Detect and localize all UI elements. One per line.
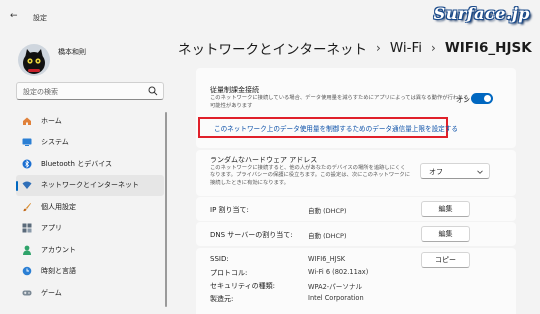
settings-window: ← 設定 Surface.jp 橋本和則 設定の検索 ホーム システム Blue… xyxy=(0,0,540,314)
property-value: WIFI6_HJSK xyxy=(308,255,346,263)
dns-edit-button[interactable]: 編集 xyxy=(421,226,470,242)
chevron-down-icon xyxy=(477,170,483,174)
property-label: プロトコル: xyxy=(210,269,248,277)
sidebar-item-network[interactable]: ネットワークとインターネット xyxy=(16,174,164,196)
sidebar-item-label: ホーム xyxy=(41,116,62,125)
breadcrumb: ネットワークとインターネット › Wi-Fi › WIFI6_HJSK xyxy=(178,38,532,58)
data-limit-highlight: このネットワーク上のデータ使用量を制御するためのデータ通信量上限を設定する xyxy=(198,117,458,138)
property-label: SSID: xyxy=(210,255,229,263)
dns-assignment-card: DNS サーバーの割り当て: 自動 (DHCP) 編集 xyxy=(196,222,516,246)
cat-avatar-image xyxy=(18,44,50,76)
breadcrumb-separator: › xyxy=(376,41,381,55)
dns-assignment-label: DNS サーバーの割り当て: xyxy=(210,231,293,239)
search-icon[interactable] xyxy=(148,86,158,96)
property-value: Intel Corporation xyxy=(308,294,364,302)
sidebar-item-personalization[interactable]: 個人用設定 xyxy=(16,196,164,218)
random-hw-address-description: このネットワークに接続すると、他の人があなたのデバイスの場所を追跡しにくくなりま… xyxy=(210,165,411,186)
search-placeholder: 設定の検索 xyxy=(23,88,58,96)
sidebar-item-system[interactable]: システム xyxy=(16,132,164,154)
sidebar-item-accounts[interactable]: アカウント xyxy=(16,239,164,261)
sidebar-item-label: 時刻と言語 xyxy=(41,267,76,276)
sidebar-item-time-language[interactable]: 時刻と言語 xyxy=(16,261,164,283)
sidebar-item-label: Bluetooth とデバイス xyxy=(41,159,112,168)
sidebar-item-gaming[interactable]: ゲーム xyxy=(16,282,164,304)
property-label: 製造元: xyxy=(210,295,234,303)
ip-assignment-card: IP 割り当て: 自動 (DHCP) 編集 xyxy=(196,197,516,221)
metered-connection-title: 従量制課金接続 xyxy=(210,86,259,94)
breadcrumb-item-wifi[interactable]: Wi-Fi xyxy=(390,40,422,56)
metered-toggle-state: オン xyxy=(456,96,470,104)
metered-connection-toggle[interactable] xyxy=(471,93,493,104)
random-hw-address-title: ランダムなハードウェア アドレス xyxy=(210,156,318,164)
sidebar-item-label: 個人用設定 xyxy=(41,202,76,211)
monitor-icon xyxy=(22,137,32,147)
brush-icon xyxy=(22,202,32,212)
network-properties-card: SSID: WIFI6_HJSK プロトコル: Wi-Fi 6 (802.11a… xyxy=(196,248,516,314)
dropdown-selected-value: オフ xyxy=(429,168,443,176)
avatar[interactable] xyxy=(18,44,50,76)
ip-assignment-value: 自動 (DHCP) xyxy=(308,207,347,215)
wifi-icon xyxy=(22,180,32,190)
breadcrumb-separator: › xyxy=(431,41,436,55)
gamepad-icon xyxy=(22,288,32,298)
property-label: セキュリティの種類: xyxy=(210,282,275,290)
dns-assignment-value: 自動 (DHCP) xyxy=(308,232,347,240)
sidebar-item-home[interactable]: ホーム xyxy=(16,110,164,132)
sidebar-item-bluetooth[interactable]: Bluetooth とデバイス xyxy=(16,153,164,175)
person-icon xyxy=(22,245,32,255)
sidebar-item-apps[interactable]: アプリ xyxy=(16,218,164,240)
breadcrumb-item-network[interactable]: ネットワークとインターネット xyxy=(178,38,367,58)
sidebar-item-label: アプリ xyxy=(41,224,62,233)
sidebar-item-label: ゲーム xyxy=(41,288,62,297)
bluetooth-icon xyxy=(22,159,32,169)
search-input[interactable]: 設定の検索 xyxy=(16,82,164,100)
apps-icon xyxy=(22,223,32,233)
home-icon xyxy=(22,116,32,126)
random-hw-address-dropdown[interactable]: オフ xyxy=(420,163,490,179)
sidebar-scrollbar[interactable] xyxy=(165,112,167,307)
ip-assignment-label: IP 割り当て: xyxy=(210,206,249,214)
metered-connection-description: このネットワークに接続している場合、データ使用量を減らすためにアプリによっては異… xyxy=(210,95,469,109)
property-value: WPA2-パーソナル xyxy=(308,283,363,291)
random-hw-address-card: ランダムなハードウェア アドレス このネットワークに接続すると、他の人があなたの… xyxy=(196,150,516,196)
copy-button[interactable]: コピー xyxy=(421,252,470,268)
user-name: 橋本和則 xyxy=(58,48,86,56)
toggle-knob xyxy=(484,95,491,102)
sidebar-nav: ホーム システム Bluetooth とデバイス ネットワークとインターネット … xyxy=(16,110,164,304)
window-title: 設定 xyxy=(33,14,47,22)
back-arrow-icon[interactable]: ← xyxy=(10,11,18,21)
sidebar-item-label: アカウント xyxy=(41,245,76,254)
set-data-limit-link[interactable]: このネットワーク上のデータ使用量を制御するためのデータ通信量上限を設定する xyxy=(214,123,458,133)
watermark-logo: Surface.jp xyxy=(433,4,530,23)
sidebar-item-label: ネットワークとインターネット xyxy=(41,181,139,190)
sidebar-item-label: システム xyxy=(41,138,69,147)
property-value: Wi-Fi 6 (802.11ax) xyxy=(308,268,369,276)
ip-edit-button[interactable]: 編集 xyxy=(421,201,470,217)
breadcrumb-current: WIFI6_HJSK xyxy=(444,40,532,56)
globe-clock-icon xyxy=(22,266,32,276)
